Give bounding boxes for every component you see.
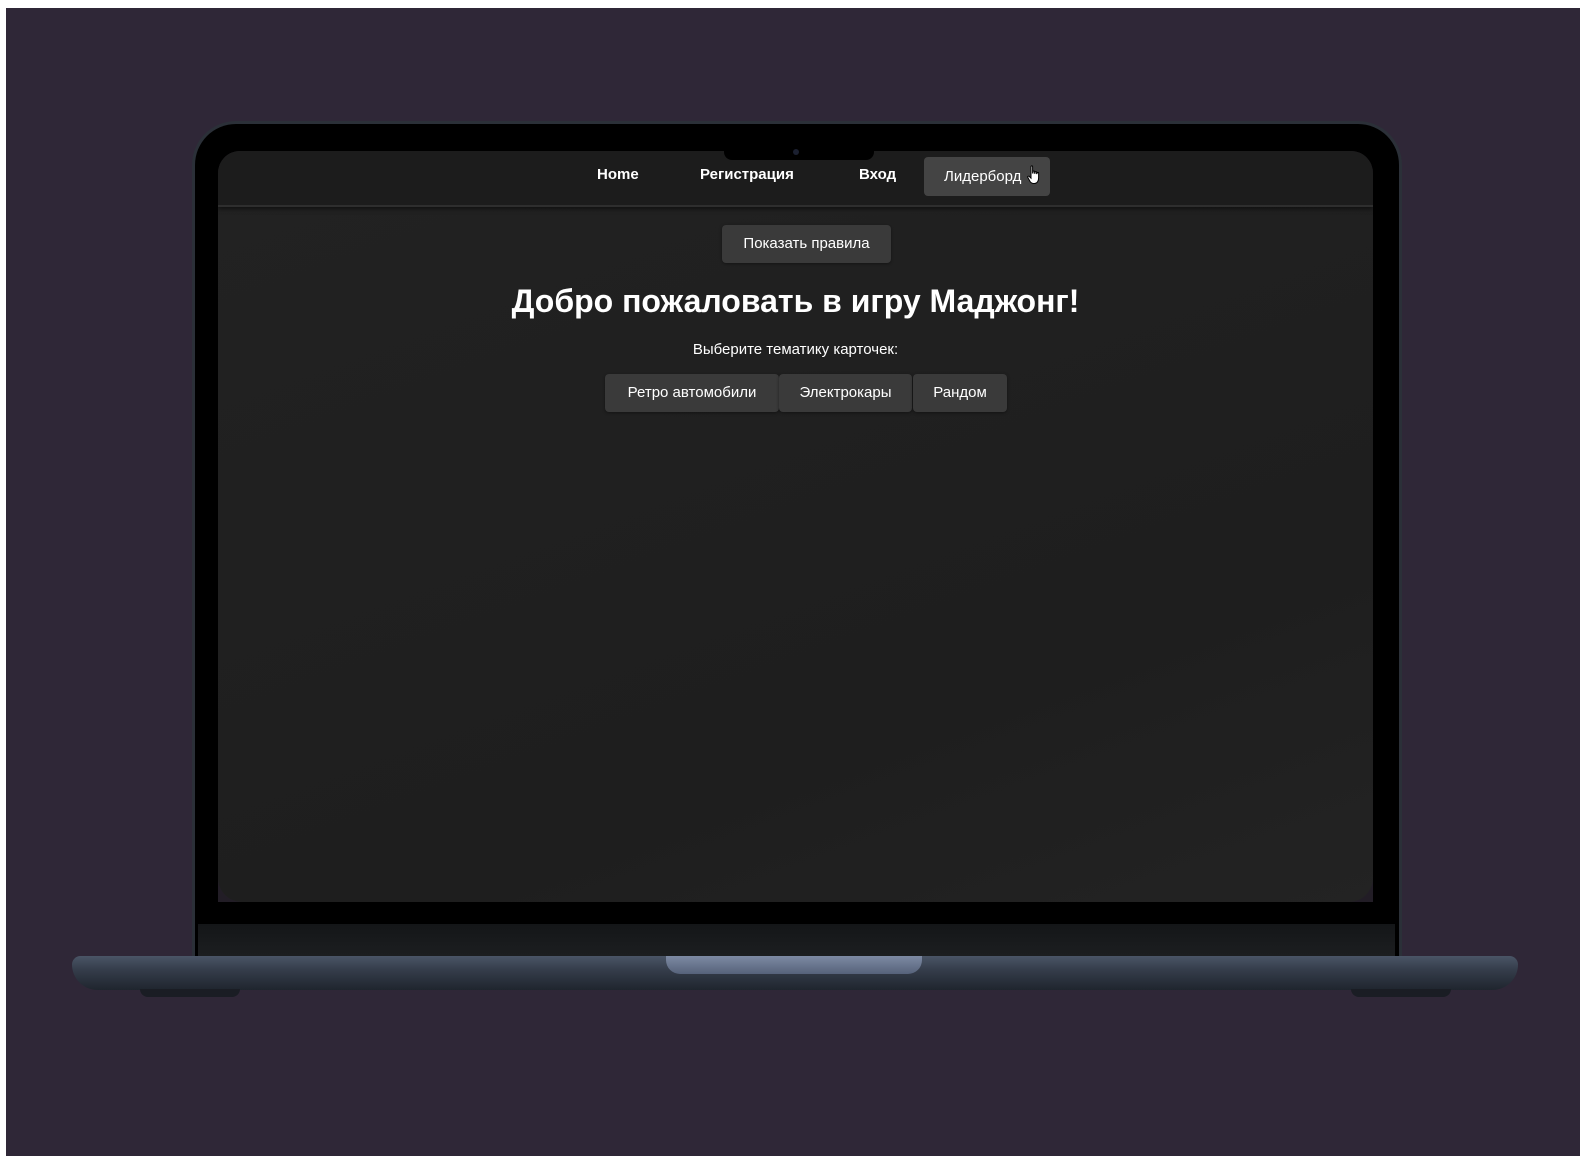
theme-electric-cars-button[interactable]: Электрокары (779, 374, 912, 412)
laptop-foot-left (140, 989, 240, 997)
page-title: Добро пожаловать в игру Маджонг! (511, 283, 1080, 319)
nav-link-home[interactable]: Home (597, 166, 639, 183)
laptop-screen: Home Регистрация Вход Лидерборд Показать… (218, 151, 1373, 902)
laptop-foot-right (1351, 989, 1451, 997)
page-background: Home Регистрация Вход Лидерборд Показать… (6, 8, 1580, 1156)
theme-random-button[interactable]: Рандом (913, 374, 1007, 412)
theme-prompt-text: Выберите тематику карточек: (692, 341, 899, 358)
nav-link-login[interactable]: Вход (859, 166, 896, 183)
camera-icon (793, 149, 799, 155)
nav-link-register[interactable]: Регистрация (700, 166, 794, 183)
mahjong-app: Home Регистрация Вход Лидерборд Показать… (218, 151, 1373, 902)
show-rules-button[interactable]: Показать правила (722, 225, 891, 263)
laptop-base-notch (666, 956, 922, 974)
hand-pointer-cursor-icon (1027, 165, 1040, 184)
camera-notch (724, 148, 874, 160)
theme-retro-cars-button[interactable]: Ретро автомобили (605, 374, 779, 412)
